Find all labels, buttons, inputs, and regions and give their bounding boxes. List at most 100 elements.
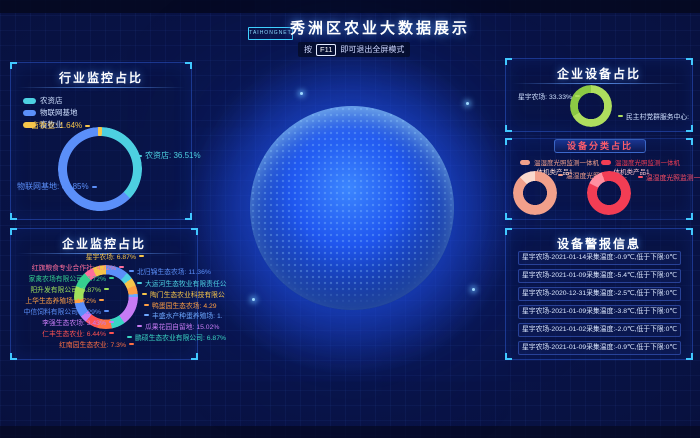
legend-item[interactable]: 物联网基地 — [23, 107, 78, 118]
corner-accent — [10, 213, 17, 220]
alarm-row: 星宇农场-2021-01-09采集温度:-5.4℃,低于下限:0℃ — [518, 269, 681, 283]
classification-panel: 设备分类占比 温湿度光照监测一体机 一体机类产品1 温湿度光照监测一… 温湿度光… — [505, 138, 693, 220]
chart-label-text: 红旗粮食专业合作社: 4.72% — [32, 262, 116, 272]
legend-swatch — [520, 160, 530, 165]
corner-accent — [505, 213, 512, 220]
label-dot — [638, 176, 643, 178]
chart-label: 大运河生态牧业有限责任公 — [137, 278, 227, 288]
particle-dot — [472, 288, 475, 291]
label-dot — [137, 155, 142, 157]
label-dot — [144, 304, 149, 306]
label-dot — [109, 277, 114, 279]
chart-label: 丰盛水产种蛋养殖场: 1. — [144, 310, 223, 320]
corner-accent — [10, 62, 17, 69]
chart-label: 瓜果花园自留地: 15.02% — [137, 321, 219, 331]
chart-label: 阳升发有限公司: 6.87% — [30, 284, 109, 294]
chart-label-text: 物联网基地: 61.85% — [17, 181, 89, 192]
label-dot — [109, 332, 114, 334]
chart-label-text: 中信饲料有限公司: 7.29% — [24, 306, 101, 316]
legend-item[interactable]: 农资店 — [23, 95, 63, 106]
alarm-text: 星宇农场-2020-12-31采集温度:-2.5℃,低于下限:0℃ — [522, 290, 677, 297]
alarm-text: 星宇农场-2021-01-14采集温度:-0.9℃,低于下限:0℃ — [522, 254, 677, 261]
corner-accent — [191, 353, 198, 360]
legend-label: 农资店 — [40, 95, 63, 106]
label-dot — [104, 310, 109, 312]
panel-title: 行业监控占比 — [11, 69, 191, 86]
corner-accent — [686, 353, 693, 360]
corner-accent — [10, 228, 17, 235]
panel-title: 企业监控占比 — [11, 235, 197, 252]
chart-label: 鸭蛋园生态农场: 4.29 — [144, 300, 217, 310]
chart-label: 家禽农场有限公司: 7.72% — [29, 273, 114, 283]
chart-label-text: 上华生态养殖场: 1.72% — [25, 295, 96, 305]
chart-label-text: 北归锦生态农场: 11.36% — [137, 266, 211, 276]
chart-label-text: 温湿度光照监测一… — [646, 172, 700, 182]
alarm-row: 星宇农场-2021-01-09采集温度:-3.8℃,低于下限:0℃ — [518, 305, 681, 319]
label-dot — [144, 314, 149, 316]
label-dot — [137, 282, 142, 284]
label-dot — [618, 115, 623, 117]
label-dot — [137, 325, 142, 327]
industry-panel: 行业监控占比 农资店 物联网基地 畜牧业 畜牧业: 1.64% 农资店: 36.… — [10, 62, 192, 220]
panel-title: 企业设备占比 — [506, 65, 692, 82]
corner-accent — [505, 125, 512, 132]
chart-label: 红旗粮食专业合作社: 4.72% — [32, 262, 124, 272]
corner-accent — [505, 353, 512, 360]
label-dot — [558, 174, 563, 176]
chart-label: 民主村党群服务中心: — [618, 111, 689, 121]
title-underline — [17, 87, 185, 88]
chart-label: 物联网基地: 61.85% — [17, 181, 97, 192]
legend-label: 物联网基地 — [40, 107, 78, 118]
chart-label-text: 鸭蛋园生态农场: 4.29 — [152, 300, 217, 310]
fullscreen-hint: 按 F11 即可退出全屏模式 — [298, 42, 410, 57]
label-dot — [142, 293, 147, 295]
globe-visualization — [250, 106, 454, 310]
corner-accent — [185, 62, 192, 69]
label-dot — [129, 270, 134, 272]
chart-label: 陶门生态农业科技有限公 — [142, 289, 225, 299]
legend-swatch — [601, 160, 611, 165]
industry-donut-chart — [56, 125, 144, 213]
hint-suffix: 即可退出全屏模式 — [340, 44, 404, 55]
alarm-text: 星宇农场-2021-01-09采集温度:-0.9℃,低于下限:0℃ — [522, 344, 677, 351]
chart-label-text: 阳升发有限公司: 6.87% — [30, 284, 101, 294]
label-dot — [92, 186, 97, 188]
particle-dot — [300, 92, 303, 95]
corner-accent — [505, 228, 512, 235]
label-dot — [104, 288, 109, 290]
particle-dot — [252, 298, 255, 301]
chart-label-text: 鹏硕生态农业有限公司: 6.87% — [135, 332, 226, 342]
chart-label: 中信饲料有限公司: 7.29% — [24, 306, 109, 316]
alarm-row: 星宇农场-2021-01-09采集温度:-0.9℃,低于下限:0℃ — [518, 341, 681, 355]
bottom-strip — [0, 426, 700, 438]
chart-label: 鹏硕生态农业有限公司: 6.87% — [127, 332, 226, 342]
corner-accent — [505, 58, 512, 65]
alarm-row: 星宇农场-2021-01-14采集温度:-0.9℃,低于下限:0℃ — [518, 251, 681, 265]
title-underline — [512, 83, 686, 84]
chart-label-text: 民主村党群服务中心: — [626, 111, 689, 121]
page-title: 秀洲区农业大数据展示 — [280, 17, 480, 38]
chart-label: 温湿度光照监测一… — [638, 172, 700, 182]
legend-swatch — [23, 110, 36, 116]
chart-label-text: 陶门生态农业科技有限公 — [150, 289, 225, 299]
section-title-badge: 设备分类占比 — [554, 139, 646, 153]
chart-label-text: 瓜果花园自留地: 15.02% — [145, 321, 219, 331]
chart-label: 星宇农场: 33.33% — [518, 91, 580, 101]
chart-label-text: 畜牧业: 1.64% — [31, 120, 82, 131]
label-dot — [99, 299, 104, 301]
alarm-text: 星宇农场-2021-01-02采集温度:-2.0℃,低于下限:0℃ — [522, 326, 677, 333]
chart-label-text: 星宇农场: 33.33% — [518, 91, 572, 101]
hint-prefix: 按 — [304, 44, 312, 55]
alarm-row: 星宇农场-2021-01-02采集温度:-2.0℃,低于下限:0℃ — [518, 323, 681, 337]
corner-accent — [686, 213, 693, 220]
legend-swatch — [23, 98, 36, 104]
alarm-text: 星宇农场-2021-01-09采集温度:-3.8℃,低于下限:0℃ — [522, 308, 677, 315]
particle-dot — [466, 102, 469, 105]
chart-label-text: 丰盛水产种蛋养殖场: 1. — [152, 310, 223, 320]
corner-accent — [686, 125, 693, 132]
label-dot — [139, 255, 144, 257]
alarm-row: 星宇农场-2020-12-31采集温度:-2.5℃,低于下限:0℃ — [518, 287, 681, 301]
label-dot — [119, 266, 124, 268]
corner-accent — [185, 213, 192, 220]
chart-label: 农资店: 36.51% — [137, 150, 201, 161]
